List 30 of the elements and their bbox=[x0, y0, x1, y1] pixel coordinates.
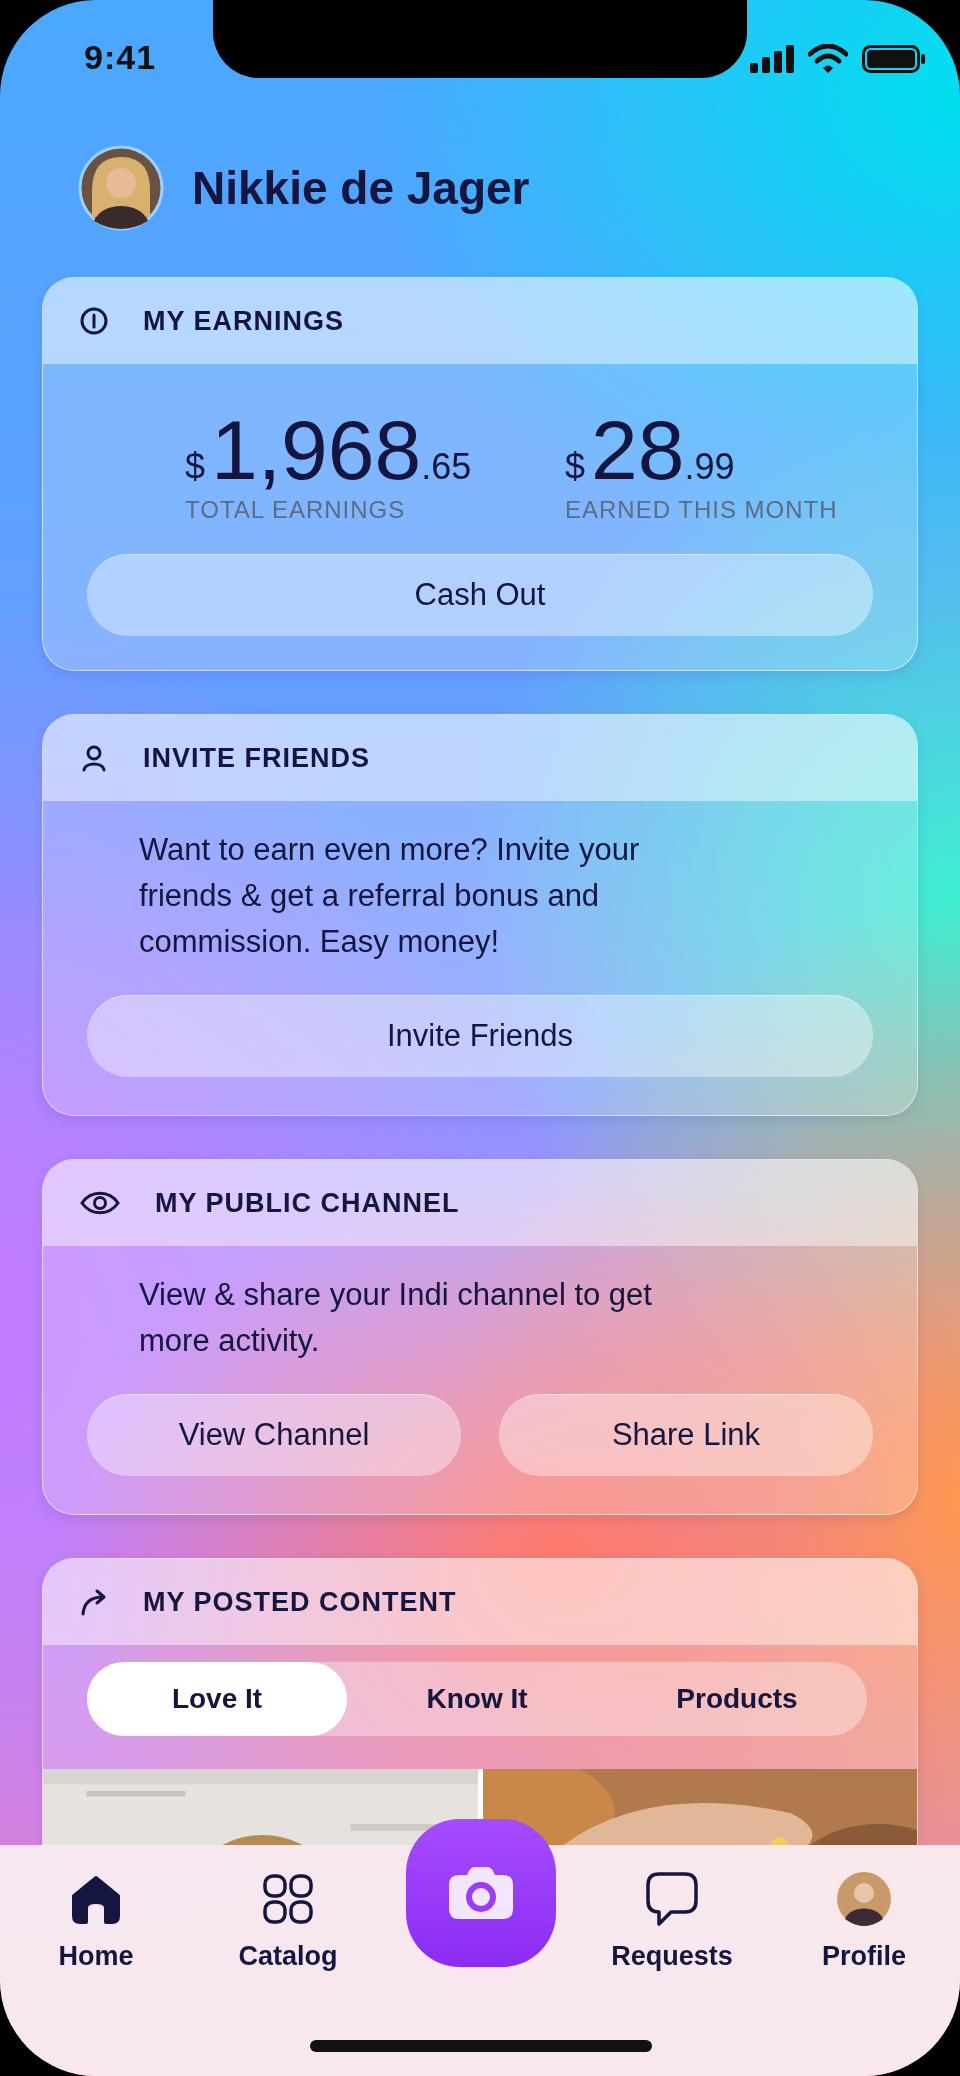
nav-tab[interactable]: Catalog bbox=[238, 1871, 338, 1972]
card-title: INVITE FRIENDS bbox=[143, 742, 371, 774]
card-title: MY EARNINGS bbox=[143, 305, 345, 337]
info-icon bbox=[79, 306, 109, 336]
action-button[interactable]: View Channel bbox=[87, 1394, 461, 1476]
camera-icon bbox=[449, 1867, 513, 1919]
card-description: Want to earn even more? Invite your friends & get a referral bonus and commission. Easy money! bbox=[138, 831, 641, 961]
action-button[interactable]: Share Link bbox=[499, 1394, 873, 1476]
content-tab[interactable]: Know It bbox=[347, 1662, 607, 1736]
avatar[interactable] bbox=[78, 145, 164, 231]
amount-label: TOTAL EARNINGS bbox=[185, 496, 407, 524]
card-title: MY POSTED CONTENT bbox=[143, 1586, 457, 1618]
action-button[interactable]: Cash Out bbox=[87, 554, 873, 636]
card-description: View & share your Indi channel to get more activity. bbox=[138, 1276, 653, 1360]
nav-tab[interactable]: Home bbox=[58, 1871, 134, 1972]
nav-tab[interactable]: Requests bbox=[611, 1871, 733, 1972]
status-time: 9:41 bbox=[84, 38, 157, 77]
amount-label: EARNED THIS MONTH bbox=[565, 496, 839, 524]
wifi-icon bbox=[808, 44, 848, 74]
signal-icon bbox=[750, 45, 794, 73]
action-button[interactable]: Invite Friends bbox=[87, 995, 873, 1077]
amount-value: $28.99 bbox=[565, 408, 736, 492]
nav-tab[interactable]: Profile bbox=[822, 1871, 906, 1972]
battery-icon bbox=[862, 45, 926, 73]
content-tab[interactable]: Love It bbox=[87, 1662, 347, 1736]
content-tab[interactable]: Products bbox=[607, 1662, 867, 1736]
user-name: Nikkie de Jager bbox=[192, 161, 530, 215]
amount-value: $1,968.65 bbox=[185, 408, 473, 492]
camera-button[interactable] bbox=[406, 1819, 556, 1967]
card-title: MY PUBLIC CHANNEL bbox=[155, 1187, 460, 1219]
